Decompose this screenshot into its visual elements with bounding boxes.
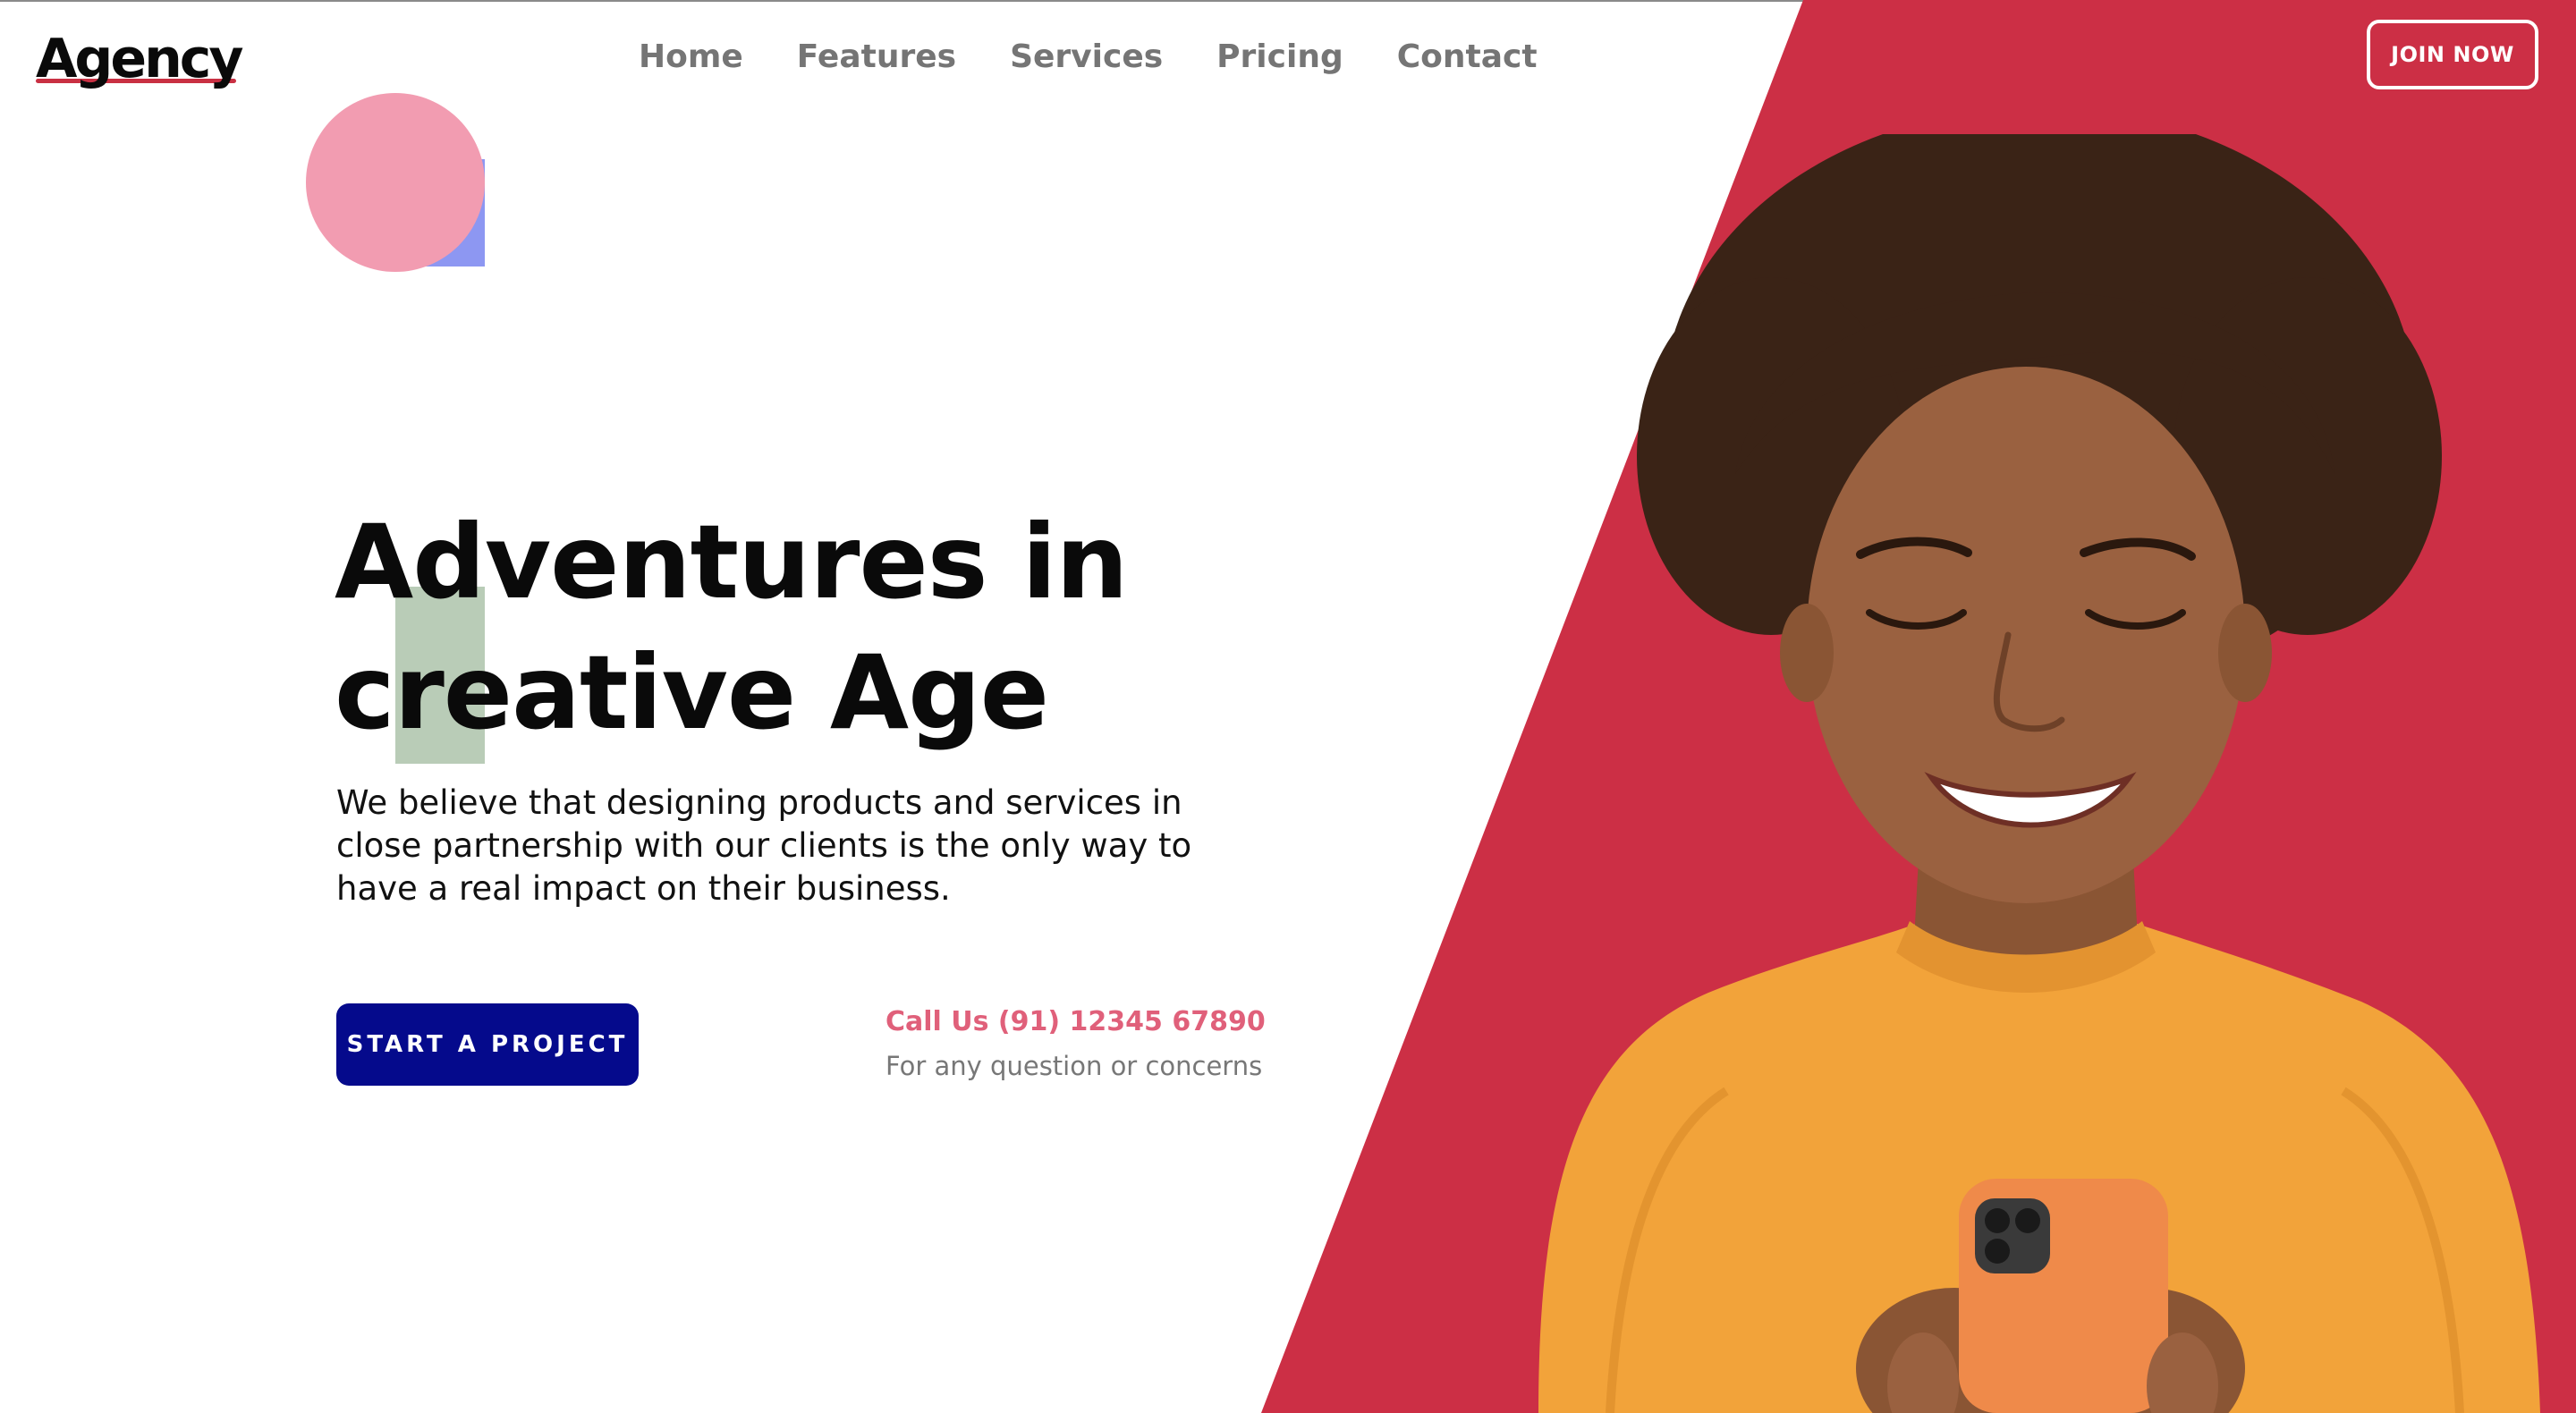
start-project-button[interactable]: START A PROJECT [336,1003,639,1086]
nav-item-contact[interactable]: Contact [1397,30,1538,84]
hero-title-line-2: creative Age [335,633,1049,752]
brand-logo[interactable]: Agency [36,27,243,91]
nav-item-pricing[interactable]: Pricing [1216,30,1343,84]
call-us-link[interactable]: Call Us (91) 12345 67890 [886,1002,1266,1043]
main-nav: Home Features Services Pricing Contact [639,30,1538,84]
hero-title: Adventures in creative Age [335,497,1140,758]
nav-item-features[interactable]: Features [797,30,956,84]
call-us-subtext: For any question or concerns [886,1051,1263,1081]
join-now-button[interactable]: JOIN NOW [2367,20,2538,89]
hero-description: We believe that designing products and s… [336,783,1192,908]
nav-item-services[interactable]: Services [1010,30,1163,84]
nav-item-home[interactable]: Home [639,30,743,84]
smiling-woman-with-phone-photo [1538,134,2540,1413]
pink-circle-decoration [306,93,485,272]
hero-title-line-1: Adventures in [335,503,1129,622]
